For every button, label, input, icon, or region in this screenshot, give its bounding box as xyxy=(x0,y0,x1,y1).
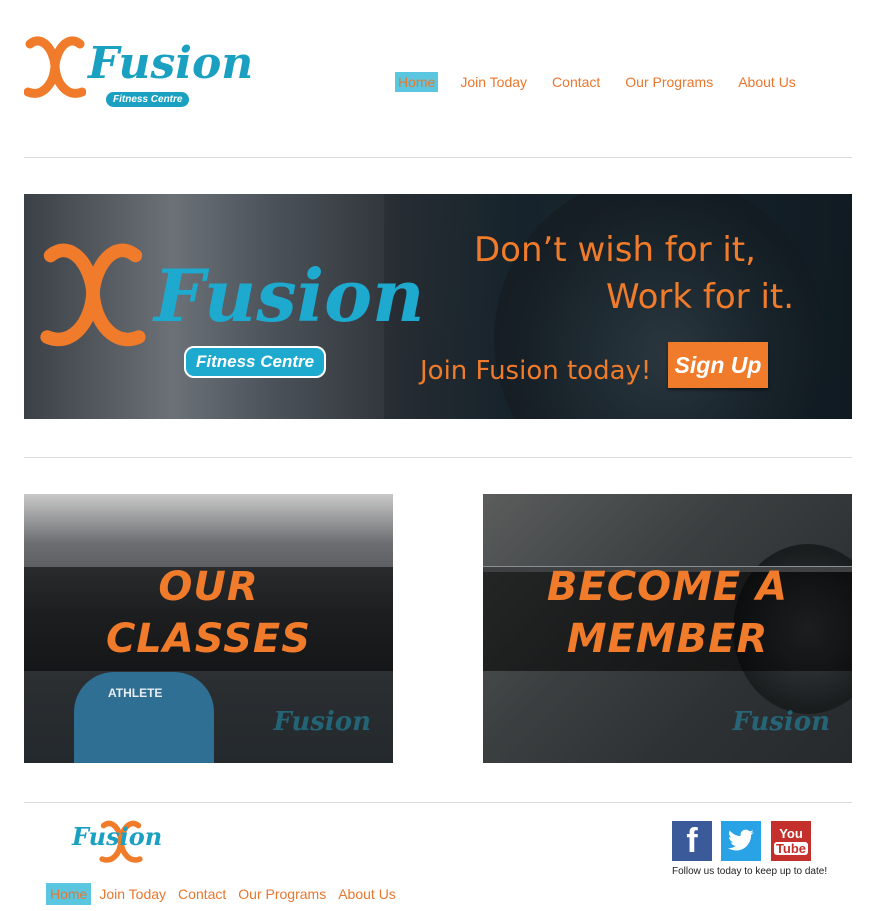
banner-join-text: Join Fusion today! xyxy=(420,356,652,386)
footer-logo-wordmark: Fusion xyxy=(72,822,163,851)
logo-tagline: Fitness Centre xyxy=(106,92,190,107)
footer-nav: Home Join Today Contact Our Programs Abo… xyxy=(46,883,404,905)
become-a-member-tile[interactable]: BECOME A MEMBER Fusion xyxy=(483,494,852,763)
footer-nav-contact[interactable]: Contact xyxy=(174,883,230,905)
fusion-x-mark-icon xyxy=(40,243,146,347)
tile-watermark: Fusion xyxy=(732,707,830,737)
logo-wordmark: Fusion xyxy=(88,38,254,89)
header-divider xyxy=(24,157,852,158)
nav-contact[interactable]: Contact xyxy=(549,72,603,92)
athlete-shirt-image: ATHLETE xyxy=(74,672,214,763)
footer-nav-home[interactable]: Home xyxy=(46,883,92,905)
banner-slogan-line2: Work for it. xyxy=(606,277,795,317)
footer-logo[interactable]: Fusion xyxy=(72,820,162,866)
fusion-x-mark-icon xyxy=(24,36,86,98)
tile-title-line2: CLASSES xyxy=(105,616,312,662)
banner-divider xyxy=(24,457,852,458)
tile-title-line1: OUR xyxy=(158,564,259,610)
facebook-icon[interactable]: f xyxy=(672,821,712,861)
nav-join-today[interactable]: Join Today xyxy=(457,72,530,92)
footer-nav-join-today[interactable]: Join Today xyxy=(95,883,170,905)
footer-divider xyxy=(24,802,852,803)
banner-brand-tagline: Fitness Centre xyxy=(184,346,327,378)
twitter-bird-icon xyxy=(728,829,754,851)
sign-up-button[interactable]: Sign Up xyxy=(668,342,768,388)
banner-brand-wordmark: Fusion xyxy=(154,253,425,338)
tile-watermark: Fusion xyxy=(273,707,371,737)
footer-nav-our-programs[interactable]: Our Programs xyxy=(234,883,330,905)
youtube-text-line2: Tube xyxy=(773,841,809,856)
nav-about-us[interactable]: About Us xyxy=(735,72,799,92)
banner-slogan-line1: Don’t wish for it, xyxy=(474,230,756,270)
hero-banner[interactable]: Fusion Fitness Centre Don’t wish for it,… xyxy=(24,194,852,419)
twitter-icon[interactable] xyxy=(721,821,761,861)
our-classes-tile[interactable]: OUR CLASSES ATHLETE Fusion xyxy=(24,494,393,763)
shirt-text: ATHLETE xyxy=(108,686,163,700)
follow-text: Follow us today to keep up to date! xyxy=(672,866,828,877)
main-nav: Home Join Today Contact Our Programs Abo… xyxy=(395,72,818,92)
tile-title-line2: MEMBER xyxy=(566,616,769,662)
nav-home[interactable]: Home xyxy=(395,72,439,92)
site-logo[interactable]: Fusion Fitness Centre xyxy=(24,36,253,112)
footer-nav-about-us[interactable]: About Us xyxy=(334,883,400,905)
nav-our-programs[interactable]: Our Programs xyxy=(622,72,716,92)
tile-title-line1: BECOME A xyxy=(546,564,789,610)
youtube-text-line1: You xyxy=(779,826,803,841)
youtube-icon[interactable]: You Tube xyxy=(771,821,811,861)
